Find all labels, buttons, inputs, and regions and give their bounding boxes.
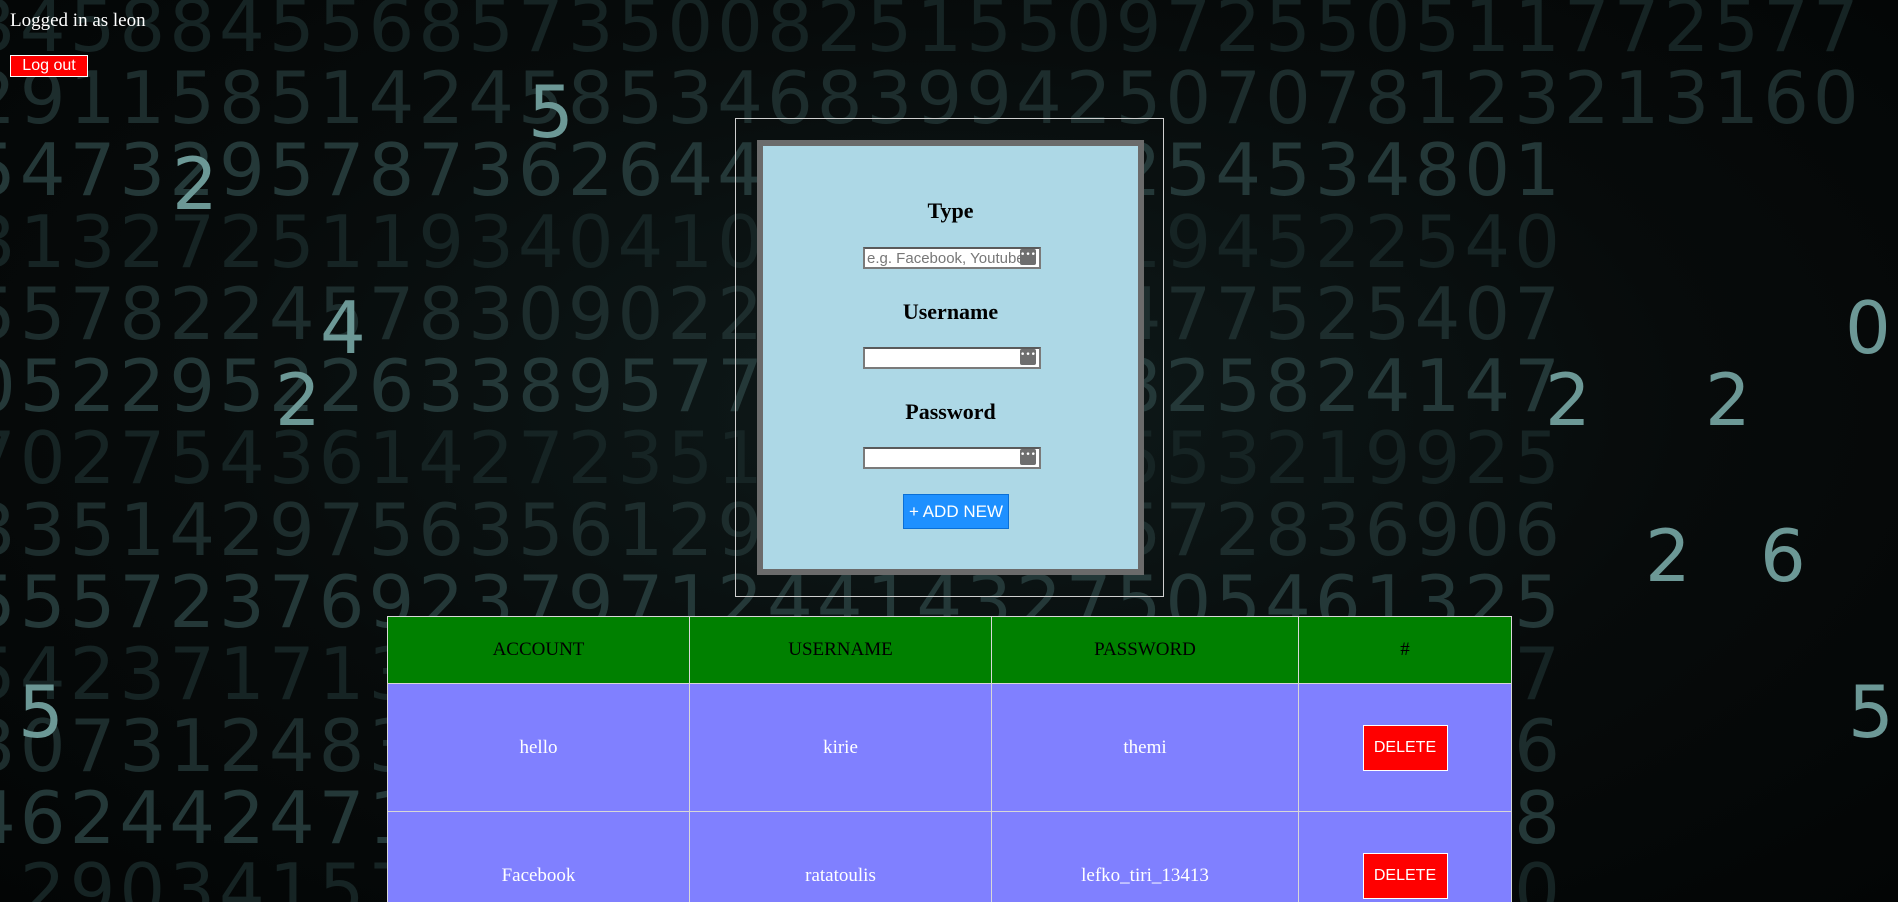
type-label: Type <box>927 198 974 223</box>
password-manager-icon[interactable]: ••• <box>1020 249 1036 265</box>
actions-cell: DELETE <box>1298 811 1512 902</box>
username-cell: ratatoulis <box>689 811 992 902</box>
column-header-actions: # <box>1298 616 1512 684</box>
account-cell: hello <box>387 683 690 812</box>
accounts-table: ACCOUNT USERNAME PASSWORD # hello kirie … <box>387 616 1512 902</box>
login-status-text: Logged in as leon <box>10 10 146 31</box>
table-row: hello kirie themi DELETE <box>387 683 1512 812</box>
password-manager-icon[interactable]: ••• <box>1020 349 1036 365</box>
column-header-username: USERNAME <box>689 616 992 684</box>
password-label: Password <box>905 399 996 424</box>
username-cell: kirie <box>689 683 992 812</box>
add-account-form-frame: Type ••• Username ••• Password ••• + ADD… <box>735 118 1164 597</box>
table-row: Facebook ratatoulis lefko_tiri_13413 DEL… <box>387 811 1512 902</box>
password-manager-icon[interactable]: ••• <box>1020 449 1036 465</box>
account-cell: Facebook <box>387 811 690 902</box>
password-input[interactable] <box>863 447 1041 469</box>
add-account-form: Type ••• Username ••• Password ••• + ADD… <box>757 140 1144 575</box>
type-input[interactable] <box>863 247 1041 269</box>
actions-cell: DELETE <box>1298 683 1512 812</box>
add-new-button[interactable]: + ADD NEW <box>903 494 1009 529</box>
password-cell: lefko_tiri_13413 <box>991 811 1299 902</box>
column-header-password: PASSWORD <box>991 616 1299 684</box>
password-cell: themi <box>991 683 1299 812</box>
column-header-account: ACCOUNT <box>387 616 690 684</box>
username-label: Username <box>902 299 999 324</box>
delete-button[interactable]: DELETE <box>1362 724 1448 771</box>
table-header-row: ACCOUNT USERNAME PASSWORD # <box>387 616 1512 684</box>
delete-button[interactable]: DELETE <box>1362 852 1448 899</box>
username-input[interactable] <box>863 347 1041 369</box>
logout-button[interactable]: Log out <box>10 55 88 77</box>
